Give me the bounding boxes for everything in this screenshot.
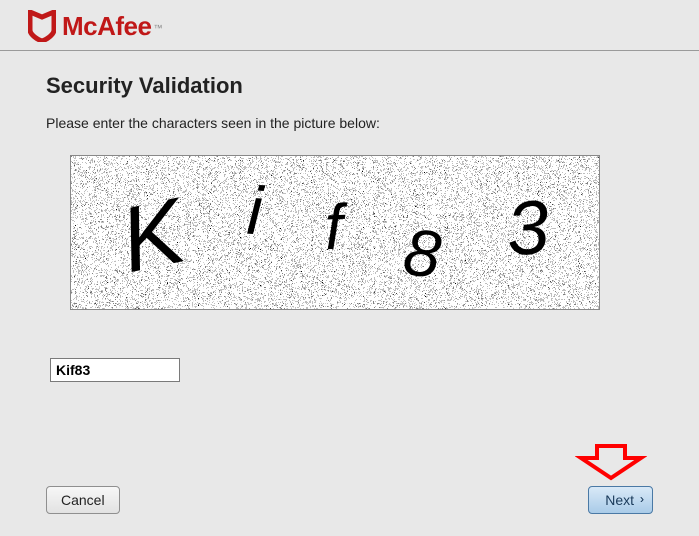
cancel-button-label: Cancel [61, 492, 105, 508]
content-area: Security Validation Please enter the cha… [0, 51, 699, 382]
instruction-text: Please enter the characters seen in the … [46, 115, 653, 131]
trademark-symbol: ™ [153, 23, 162, 33]
brand-name: McAfee [62, 11, 151, 42]
brand-logo: McAfee ™ [28, 10, 671, 42]
captcha-input[interactable] [50, 358, 180, 382]
footer-buttons: Cancel Next ›› [46, 486, 653, 514]
annotation-arrow-icon [575, 442, 647, 482]
next-button-label: Next [605, 492, 634, 508]
cancel-button[interactable]: Cancel [46, 486, 120, 514]
mcafee-shield-icon [28, 10, 56, 42]
header: McAfee ™ [0, 0, 699, 51]
captcha-image: K i f 8 3 [70, 155, 600, 310]
page-title: Security Validation [46, 73, 653, 99]
next-button[interactable]: Next ›› [588, 486, 653, 514]
